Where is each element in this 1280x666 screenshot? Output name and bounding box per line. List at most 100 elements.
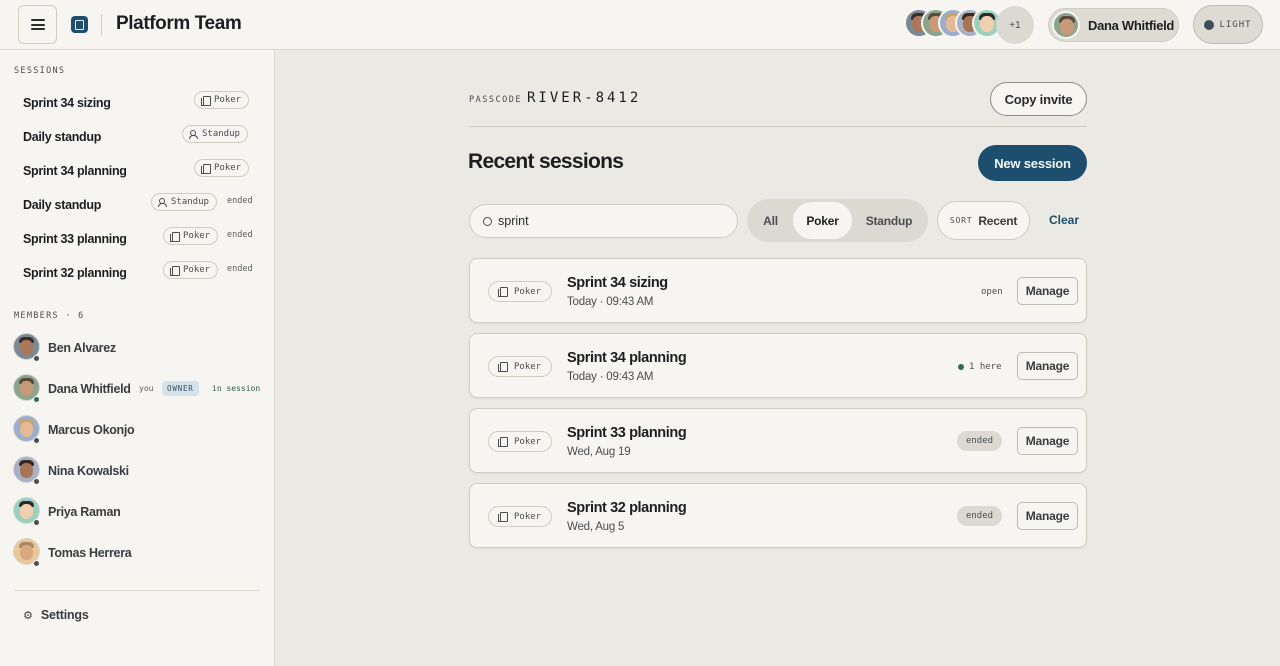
- copy-invite-button[interactable]: Copy invite: [990, 82, 1087, 116]
- you-tag: you: [139, 384, 154, 393]
- sidebar-divider: [14, 590, 260, 591]
- session-date: Wed, Aug 19: [567, 446, 631, 458]
- session-status: open: [981, 287, 1003, 297]
- session-card[interactable]: Poker Sprint 33 planning Wed, Aug 19 end…: [469, 408, 1087, 473]
- session-title: Sprint 34 planning: [567, 350, 687, 366]
- new-session-button[interactable]: New session: [978, 145, 1087, 181]
- poker-card-icon: [201, 95, 211, 106]
- owner-badge: OWNER: [162, 381, 199, 396]
- participant-avatars[interactable]: [904, 8, 1002, 38]
- session-title: Sprint 33 planning: [23, 232, 127, 246]
- session-type-pill: Poker: [194, 91, 250, 109]
- session-type-pill: Standup: [151, 193, 217, 211]
- presence-dot: [33, 519, 40, 526]
- menu-button[interactable]: [18, 5, 57, 44]
- poker-card-icon: [498, 512, 508, 522]
- search-input[interactable]: [498, 205, 728, 237]
- session-card[interactable]: Poker Sprint 32 planning Wed, Aug 5 ende…: [469, 483, 1087, 548]
- member-item[interactable]: Ben Alvarez: [0, 332, 275, 372]
- filter-standup[interactable]: Standup: [855, 202, 923, 239]
- settings-label: Settings: [40, 608, 89, 622]
- session-title: Sprint 33 planning: [567, 425, 687, 441]
- presence-dot: [33, 437, 40, 444]
- filter-poker[interactable]: Poker: [793, 202, 852, 239]
- page-title: Recent sessions: [468, 150, 624, 173]
- sort-value: Recent: [978, 213, 1018, 228]
- sidebar-session-item[interactable]: Daily standup Standup ended: [0, 187, 275, 221]
- presence-dot: [33, 396, 40, 403]
- user-menu[interactable]: Dana Whitfield: [1048, 8, 1179, 42]
- session-type-pill: Poker: [194, 159, 250, 177]
- session-type-pill: Poker: [488, 431, 553, 452]
- manage-button[interactable]: Manage: [1017, 502, 1078, 530]
- session-date: Today · 09:43 AM: [567, 296, 654, 308]
- member-name: Marcus Okonjo: [48, 423, 135, 437]
- presence-label: in session: [212, 384, 261, 393]
- session-title: Sprint 34 sizing: [567, 275, 668, 291]
- manage-button[interactable]: Manage: [1017, 427, 1078, 455]
- members-heading: MEMBERS · 6: [14, 311, 85, 321]
- poker-card-icon: [498, 287, 508, 297]
- session-status: ended: [957, 431, 1002, 451]
- member-name: Nina Kowalski: [48, 464, 129, 478]
- poker-card-icon: [201, 163, 211, 174]
- menu-icon: [30, 19, 45, 30]
- member-item[interactable]: Priya Raman: [0, 496, 275, 536]
- session-title: Daily standup: [23, 130, 102, 144]
- team-title: Platform Team: [116, 13, 242, 34]
- search-box: [469, 204, 738, 238]
- gear-icon: ⚙: [23, 609, 33, 622]
- session-title: Sprint 34 planning: [23, 164, 127, 178]
- standup-person-icon: [189, 129, 198, 139]
- theme-dot-icon: [1204, 19, 1215, 30]
- more-participants-count[interactable]: +1: [996, 6, 1034, 44]
- user-avatar: [1052, 11, 1080, 39]
- session-status: ended: [227, 196, 253, 206]
- presence-dot: [33, 478, 40, 485]
- filter-all[interactable]: All: [752, 202, 789, 239]
- member-item[interactable]: Marcus Okonjo: [0, 414, 275, 454]
- session-card[interactable]: Poker Sprint 34 planning Today · 09:43 A…: [469, 333, 1087, 398]
- passcode-value: RIVER-8412: [527, 90, 642, 106]
- passcode-label: PASSCODE: [469, 95, 522, 105]
- session-card[interactable]: Poker Sprint 34 sizing Today · 09:43 AM …: [469, 258, 1087, 323]
- session-type-pill: Poker: [488, 281, 553, 302]
- sessions-heading: SESSIONS: [14, 66, 66, 76]
- sidebar-session-item[interactable]: Sprint 32 planning Poker ended: [0, 255, 275, 289]
- type-filter-group: All Poker Standup: [747, 199, 928, 242]
- member-name: Dana Whitfield: [48, 382, 131, 396]
- clear-button[interactable]: Clear: [1049, 213, 1079, 227]
- presence-dot: [33, 355, 40, 362]
- sidebar-session-item[interactable]: Sprint 33 planning Poker ended: [0, 221, 275, 255]
- theme-toggle[interactable]: LIGHT: [1193, 5, 1263, 44]
- manage-button[interactable]: Manage: [1017, 352, 1078, 380]
- settings-link[interactable]: ⚙ Settings: [23, 607, 89, 623]
- member-item[interactable]: Nina Kowalski: [0, 455, 275, 495]
- sidebar-session-item[interactable]: Sprint 34 planning Poker: [0, 153, 275, 187]
- member-item[interactable]: Dana Whitfield you OWNER in session: [0, 373, 275, 413]
- sidebar-session-item[interactable]: Sprint 34 sizing Poker: [0, 85, 275, 119]
- session-type-pill: Poker: [488, 356, 553, 377]
- user-name: Dana Whitfield: [1088, 17, 1175, 33]
- sort-button[interactable]: SORT Recent: [937, 201, 1030, 240]
- session-status: ended: [227, 264, 253, 274]
- poker-card-icon: [498, 437, 508, 447]
- logo-icon: [71, 16, 88, 33]
- member-item[interactable]: Tomas Herrera: [0, 537, 275, 577]
- session-title: Daily standup: [23, 198, 102, 212]
- session-type-pill: Poker: [488, 506, 553, 527]
- session-title: Sprint 34 sizing: [23, 96, 111, 110]
- search-icon: [483, 217, 492, 226]
- member-name: Ben Alvarez: [48, 341, 116, 355]
- member-name: Tomas Herrera: [48, 546, 132, 560]
- sidebar-session-item[interactable]: Daily standup Standup: [0, 119, 275, 153]
- session-type-pill: Standup: [182, 125, 248, 143]
- live-indicator: [958, 364, 964, 370]
- session-type-pill: Poker: [163, 261, 219, 279]
- sidebar: SESSIONS Sprint 34 sizing Poker Daily st…: [0, 50, 275, 666]
- main-divider: [469, 126, 1087, 127]
- header-divider: [101, 14, 102, 35]
- manage-button[interactable]: Manage: [1017, 277, 1078, 305]
- session-type-pill: Poker: [163, 227, 219, 245]
- presence-dot: [33, 560, 40, 567]
